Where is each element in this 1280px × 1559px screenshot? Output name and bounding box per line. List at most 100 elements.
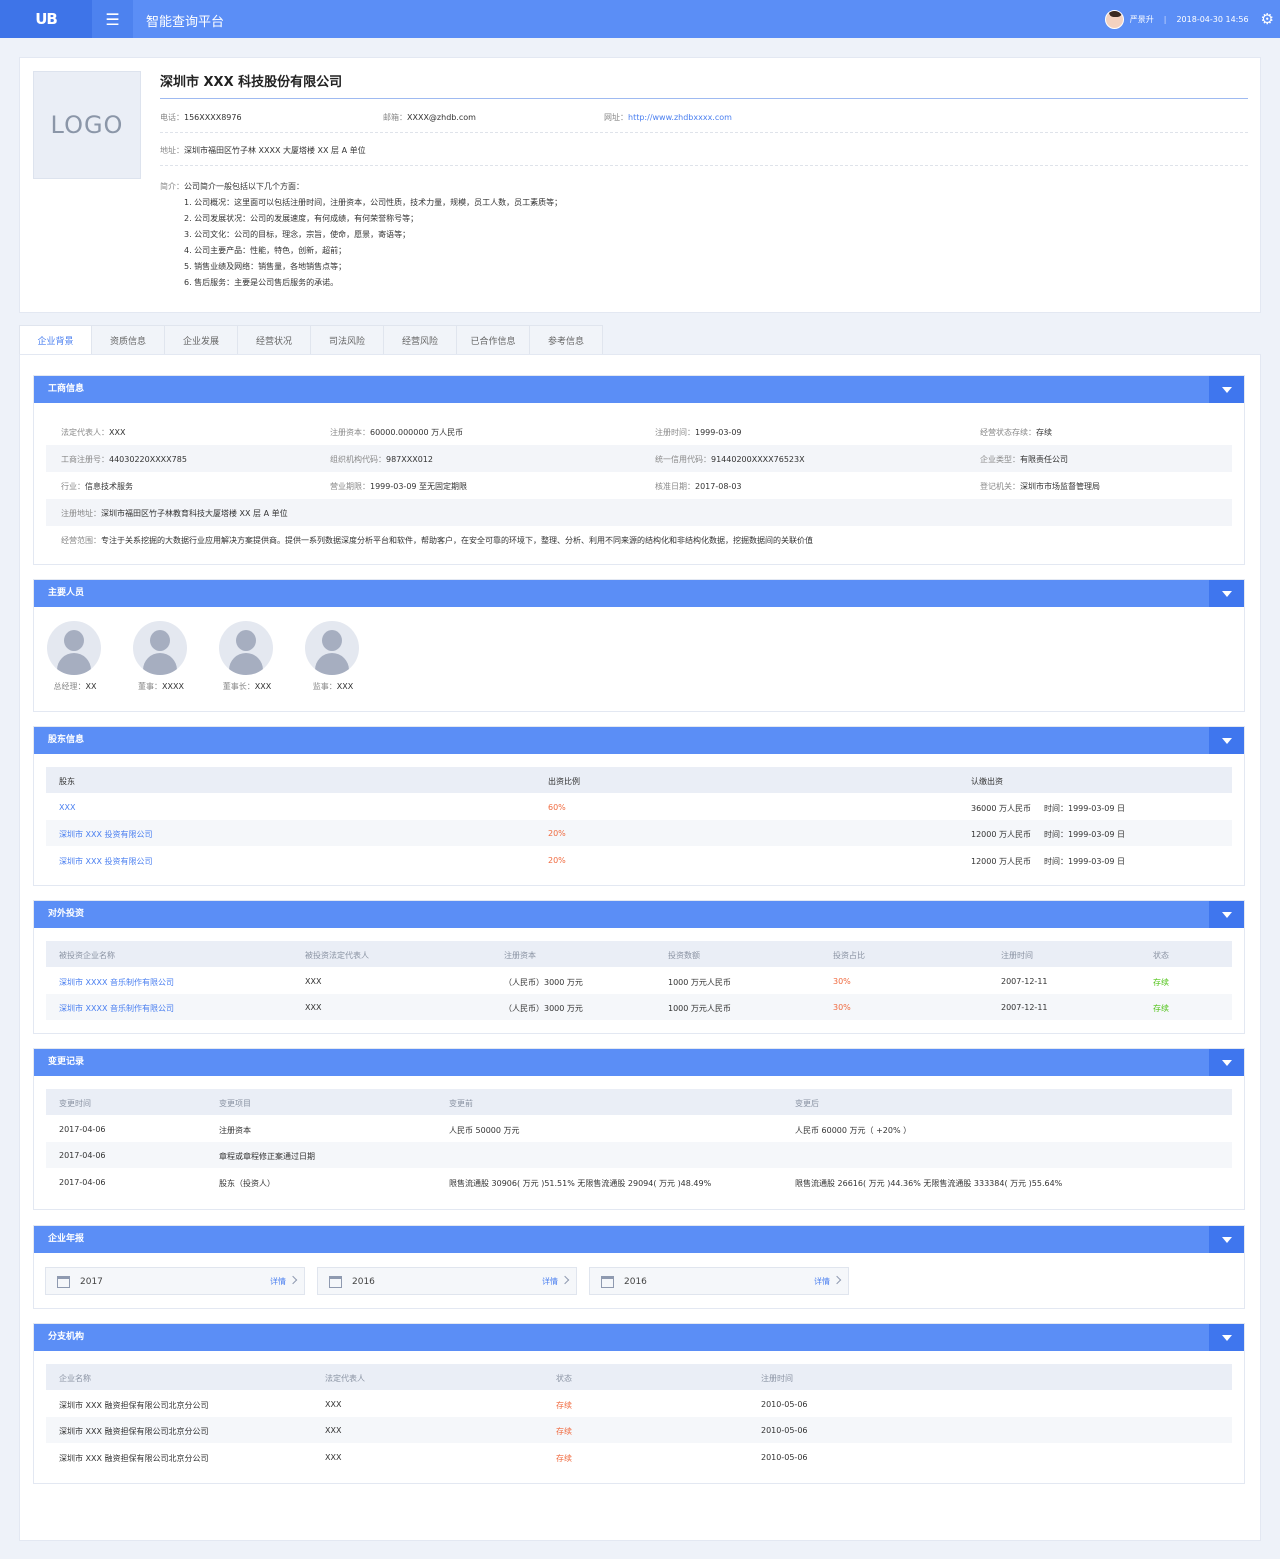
shareholders-table: 股东 出资比例 认缴出资 XXX 60% 36000 万人民币 时间：1999-… [46,767,1232,873]
investee-link[interactable]: 深圳市 XXXX 音乐制作有限公司 [59,1003,174,1014]
tab-qualification[interactable]: 资质信息 [92,325,165,355]
legal-rep: XXX [325,1399,342,1409]
investee-link[interactable]: 深圳市 XXXX 音乐制作有限公司 [59,977,174,988]
field-label: 注册时间： [655,428,695,437]
detail-link[interactable]: 详情 [270,1276,286,1287]
panel-header[interactable]: 企业年报 [34,1226,1244,1253]
table-row: 深圳市 XXX 融资担保有限公司北京分公司 XXX 存续 2010-05-06 [46,1391,1232,1417]
chevron-down-icon[interactable] [1209,1049,1244,1076]
person-name: XXX [336,682,354,691]
panel-header[interactable]: 股东信息 [34,727,1244,754]
intro-item: 2. 公司发展状况：公司的发展速度，有何成绩，有何荣誉称号等； [184,214,419,223]
field-label: 经营状态存续： [980,428,1036,437]
reg-date: 2010-05-06 [761,1399,808,1409]
status-badge: 存续 [556,1400,572,1410]
field-value: 信息技术服务 [85,482,133,491]
field-value: 深圳市市场监督管理局 [1020,482,1100,491]
investment-table: 被投资企业名称 被投资法定代表人 注册资本 投资数额 投资占比 注册时间 状态 … [46,941,1232,1021]
person-card[interactable]: 董事长：XXX [219,621,305,692]
chevron-down-icon[interactable] [1209,580,1244,607]
site-label: 网址： [604,113,628,122]
top-bar: UB ☰ 智能查询平台 严景升 | 2018-04-30 14:56 ⚙ [0,0,1280,38]
status-badge: 存续 [1153,977,1169,987]
report-item[interactable]: 2016 详情 [317,1267,577,1295]
legal-rep: XXX [305,1003,322,1012]
change-date: 2017-04-06 [59,1151,106,1160]
field-label: 核准日期： [655,482,695,491]
company-card: LOGO 深圳市 XXX 科技股份有限公司 电话：156XXXX8976 邮箱：… [19,57,1261,313]
person-card[interactable]: 监事：XXX [305,621,391,692]
datetime: 2018-04-30 14:56 [1176,14,1249,24]
tab-content: 工商信息 法定代表人：XXX 注册资本：60000.000000 万人民币 注册… [19,354,1261,1541]
person-card[interactable]: 总经理：XX [47,621,133,692]
panel-header[interactable]: 工商信息 [34,376,1244,403]
shareholder-link[interactable]: XXX [59,803,75,812]
shareholder-link[interactable]: 深圳市 XXX 投资有限公司 [59,829,153,840]
chevron-down-icon[interactable] [1209,1324,1244,1351]
table-row: 深圳市 XXX 投资有限公司 20% 12000 万人民币 时间：1999-03… [46,847,1232,873]
report-item[interactable]: 2016 详情 [589,1267,849,1295]
column-header: 注册资本 [504,951,536,960]
panel-header[interactable]: 变更记录 [34,1049,1244,1076]
reg-date: 2010-05-06 [761,1452,808,1462]
share-ratio: 20% [548,829,566,838]
tab-cooperation[interactable]: 已合作信息 [457,325,530,355]
person-role: 董事： [138,682,163,691]
subscribed-amount: 12000 万人民币 [971,830,1031,839]
table-row: 深圳市 XXX 融资担保有限公司北京分公司 XXX 存续 2010-05-06 [46,1444,1232,1470]
change-item: 章程或章程修正案通过日期 [219,1152,315,1161]
table-row: XXX 60% 36000 万人民币 时间：1999-03-09 日 [46,794,1232,820]
user-name[interactable]: 严景升 [1130,14,1154,25]
intro-label: 简介： [160,182,184,191]
chevron-right-icon [288,1275,298,1285]
change-records-panel: 变更记录 变更时间 变更项目 变更前 变更后 2017-04-06 注册资本 人… [33,1048,1245,1210]
field-label: 工商注册号： [61,455,109,464]
chevron-down-icon[interactable] [1209,376,1244,403]
tab-development[interactable]: 企业发展 [165,325,238,355]
menu-button[interactable]: ☰ [92,0,133,38]
field-value: 1999-03-09 至无固定期限 [370,482,468,491]
column-header: 投资数额 [668,951,700,960]
reg-date: 2007-12-11 [1001,976,1048,986]
table-row: 2017-04-06 注册资本 人民币 50000 万元 人民币 60000 万… [46,1116,1232,1142]
person-name: XXX [254,682,272,691]
shareholder-link[interactable]: 深圳市 XXX 投资有限公司 [59,856,153,867]
user-area: 严景升 | 2018-04-30 14:56 ⚙ [1104,0,1280,38]
person-name: XX [85,682,97,691]
person-card[interactable]: 董事：XXXX [133,621,219,692]
report-item[interactable]: 2017 详情 [45,1267,305,1295]
people-list: 总经理：XX 董事：XXXX 董事长：XXX 监事：XXX [34,607,1244,692]
person-avatar-icon [219,621,273,675]
panel-header[interactable]: 分支机构 [34,1324,1244,1351]
tab-background[interactable]: 企业背景 [19,325,92,355]
table-header: 变更时间 变更项目 变更前 变更后 [46,1089,1232,1116]
person-role: 监事： [312,682,337,691]
branches-panel: 分支机构 企业名称 法定代表人 状态 注册时间 深圳市 XXX 融资担保有限公司… [33,1323,1245,1484]
app-logo[interactable]: UB [0,0,92,38]
chevron-down-icon[interactable] [1209,727,1244,754]
tab-operation-risk[interactable]: 经营风险 [384,325,457,355]
gear-icon[interactable]: ⚙ [1261,10,1274,28]
legal-rep: XXX [305,976,322,986]
share-ratio: 20% [548,855,566,865]
investment-panel: 对外投资 被投资企业名称 被投资法定代表人 注册资本 投资数额 投资占比 注册时… [33,900,1245,1034]
panel-header[interactable]: 对外投资 [34,901,1244,928]
address-row: 地址：深圳市福田区竹子林 XXXX 大厦塔楼 XX 层 A 单位 [160,134,1248,166]
panel-header[interactable]: 主要人员 [34,580,1244,607]
panel-title: 变更记录 [48,1057,85,1067]
detail-link[interactable]: 详情 [814,1276,830,1287]
user-avatar[interactable] [1104,9,1124,29]
tab-operation[interactable]: 经营状况 [238,325,311,355]
chevron-down-icon[interactable] [1209,901,1244,928]
company-intro: 简介：公司简介一般包括以下几个方面： 1. 公司概况：这里面可以包括注册时间，注… [160,179,562,291]
tab-reference[interactable]: 参考信息 [530,325,603,355]
detail-link[interactable]: 详情 [542,1276,558,1287]
site-link[interactable]: http://www.zhdbxxxx.com [628,113,732,122]
table-row: 深圳市 XXX 融资担保有限公司北京分公司 XXX 存续 2010-05-06 [46,1417,1232,1444]
email-value: XXXX@zhdb.com [407,113,476,122]
chevron-down-icon[interactable] [1209,1226,1244,1253]
company-name: 深圳市 XXX 科技股份有限公司 [160,75,343,90]
field-value: 44030220XXXX785 [109,455,187,464]
tab-judicial-risk[interactable]: 司法风险 [311,325,384,355]
business-info-panel: 工商信息 法定代表人：XXX 注册资本：60000.000000 万人民币 注册… [33,375,1245,565]
